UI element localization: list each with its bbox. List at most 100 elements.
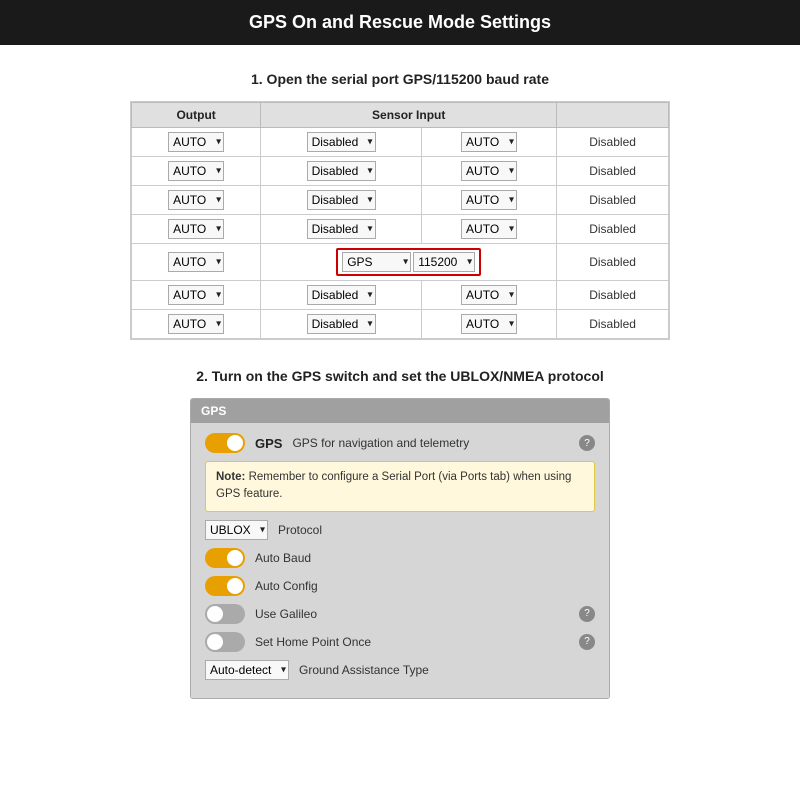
- output-select[interactable]: AUTO: [168, 161, 224, 181]
- ground-assistance-row: Auto-detect None GPS Galileo BeiDou Grou…: [205, 660, 595, 680]
- gps-note-box: Note: Remember to configure a Serial Por…: [205, 461, 595, 512]
- output-select-wrapper[interactable]: AUTO: [168, 252, 224, 272]
- toggle-label: Use Galileo: [255, 607, 317, 621]
- sensor-select-wrapper[interactable]: Disabled: [307, 132, 376, 152]
- output-cell: AUTO: [132, 281, 261, 310]
- toggle-0[interactable]: [205, 548, 245, 568]
- baud-select-wrapper[interactable]: AUTO: [461, 219, 517, 239]
- protocol-select[interactable]: UBLOX NMEA: [205, 520, 268, 540]
- output-select[interactable]: AUTO: [168, 314, 224, 334]
- sensor-select-wrapper[interactable]: GPSDisabled: [342, 252, 411, 272]
- sensor-select[interactable]: Disabled: [307, 285, 376, 305]
- output-cell: AUTO: [132, 186, 261, 215]
- gps-sublabel: GPS for navigation and telemetry: [292, 436, 469, 450]
- extra-cell: Disabled: [557, 244, 669, 281]
- baud-select-wrapper[interactable]: AUTO: [461, 190, 517, 210]
- output-cell: AUTO: [132, 157, 261, 186]
- output-select[interactable]: AUTO: [168, 219, 224, 239]
- toggle-knob-3: [207, 634, 223, 650]
- gps-toggle-row: Auto Baud: [205, 548, 595, 568]
- toggle-knob-0: [227, 550, 243, 566]
- table-row: AUTO Disabled AUTO Disabled: [132, 128, 669, 157]
- baud-cell: AUTO: [421, 310, 556, 339]
- note-text: Remember to configure a Serial Port (via…: [216, 471, 571, 500]
- baud-select[interactable]: AUTO: [461, 132, 517, 152]
- gps-toggle[interactable]: [205, 433, 245, 453]
- sensor-select[interactable]: Disabled: [307, 132, 376, 152]
- baud-select-wrapper[interactable]: 115200AUTO: [413, 252, 475, 272]
- sensor-cell: Disabled: [261, 128, 422, 157]
- output-select-wrapper[interactable]: AUTO: [168, 285, 224, 305]
- gps-toggle-row: Set Home Point Once?: [205, 632, 595, 652]
- sensor-select[interactable]: GPSDisabled: [342, 252, 411, 272]
- gps-panel: GPS GPS GPS for navigation and telemetry…: [190, 398, 610, 699]
- sensor-select-wrapper[interactable]: Disabled: [307, 219, 376, 239]
- extra-cell: Disabled: [557, 186, 669, 215]
- baud-select[interactable]: 115200AUTO: [413, 252, 475, 272]
- ground-label: Ground Assistance Type: [299, 663, 429, 677]
- baud-select-wrapper[interactable]: AUTO: [461, 132, 517, 152]
- col-output-header: Output: [132, 103, 261, 128]
- toggle-3[interactable]: [205, 632, 245, 652]
- gps-help-icon[interactable]: ?: [579, 435, 595, 451]
- baud-select[interactable]: AUTO: [461, 161, 517, 181]
- ground-select-wrapper[interactable]: Auto-detect None GPS Galileo BeiDou: [205, 660, 289, 680]
- output-select-wrapper[interactable]: AUTO: [168, 219, 224, 239]
- sensor-select[interactable]: Disabled: [307, 161, 376, 181]
- output-select-wrapper[interactable]: AUTO: [168, 161, 224, 181]
- baud-cell: AUTO: [421, 281, 556, 310]
- table-row: AUTO GPSDisabled 115200AUTO Disabled: [132, 244, 669, 281]
- table-row: AUTODisabledAUTODisabled: [132, 310, 669, 339]
- baud-cell: AUTO: [421, 157, 556, 186]
- col-extra-header: [557, 103, 669, 128]
- ground-select[interactable]: Auto-detect None GPS Galileo BeiDou: [205, 660, 289, 680]
- toggle-knob-2: [207, 606, 223, 622]
- baud-select-wrapper[interactable]: AUTO: [461, 285, 517, 305]
- toggle-2[interactable]: [205, 604, 245, 624]
- output-select[interactable]: AUTO: [168, 285, 224, 305]
- step2-heading: 2. Turn on the GPS switch and set the UB…: [40, 368, 760, 384]
- baud-select[interactable]: AUTO: [461, 314, 517, 334]
- gps-label: GPS: [255, 436, 282, 451]
- help-icon[interactable]: ?: [579, 606, 595, 622]
- gps-toggle-knob: [227, 435, 243, 451]
- baud-select-wrapper[interactable]: AUTO: [461, 314, 517, 334]
- sensor-select-wrapper[interactable]: Disabled: [307, 190, 376, 210]
- toggle-label: Set Home Point Once: [255, 635, 371, 649]
- table-row: AUTODisabledAUTODisabled: [132, 281, 669, 310]
- baud-select[interactable]: AUTO: [461, 285, 517, 305]
- output-select[interactable]: AUTO: [168, 252, 224, 272]
- output-select[interactable]: AUTO: [168, 190, 224, 210]
- extra-cell: Disabled: [557, 128, 669, 157]
- protocol-select-wrapper[interactable]: UBLOX NMEA: [205, 520, 268, 540]
- note-bold: Note:: [216, 471, 245, 483]
- toggle-1[interactable]: [205, 576, 245, 596]
- output-select-wrapper[interactable]: AUTO: [168, 190, 224, 210]
- baud-select[interactable]: AUTO: [461, 190, 517, 210]
- sensor-select[interactable]: Disabled: [307, 190, 376, 210]
- gps-main-row: GPS GPS for navigation and telemetry ?: [205, 433, 595, 453]
- sensor-cell: Disabled: [261, 157, 422, 186]
- baud-cell: AUTO: [421, 186, 556, 215]
- table-row: AUTODisabledAUTODisabled: [132, 157, 669, 186]
- sensor-select-wrapper[interactable]: Disabled: [307, 161, 376, 181]
- sensor-cell: GPSDisabled 115200AUTO: [261, 244, 557, 281]
- help-icon[interactable]: ?: [579, 634, 595, 650]
- output-cell: AUTO: [132, 244, 261, 281]
- sensor-select-wrapper[interactable]: Disabled: [307, 285, 376, 305]
- baud-select-wrapper[interactable]: AUTO: [461, 161, 517, 181]
- sensor-select-wrapper[interactable]: Disabled: [307, 314, 376, 334]
- sensor-highlight-group: GPSDisabled 115200AUTO: [336, 248, 481, 276]
- gps-panel-wrapper: GPS GPS GPS for navigation and telemetry…: [190, 398, 610, 699]
- sensor-select[interactable]: Disabled: [307, 314, 376, 334]
- sensor-select[interactable]: Disabled: [307, 219, 376, 239]
- header-title: GPS On and Rescue Mode Settings: [249, 12, 551, 32]
- output-select-wrapper[interactable]: AUTO: [168, 132, 224, 152]
- baud-select[interactable]: AUTO: [461, 219, 517, 239]
- output-select[interactable]: AUTO: [168, 132, 224, 152]
- baud-cell: AUTO: [421, 128, 556, 157]
- serial-port-table: Output Sensor Input AUTODisabledAUTODisa…: [130, 101, 670, 340]
- protocol-label: Protocol: [278, 523, 322, 537]
- output-select-wrapper[interactable]: AUTO: [168, 314, 224, 334]
- baud-cell: AUTO: [421, 215, 556, 244]
